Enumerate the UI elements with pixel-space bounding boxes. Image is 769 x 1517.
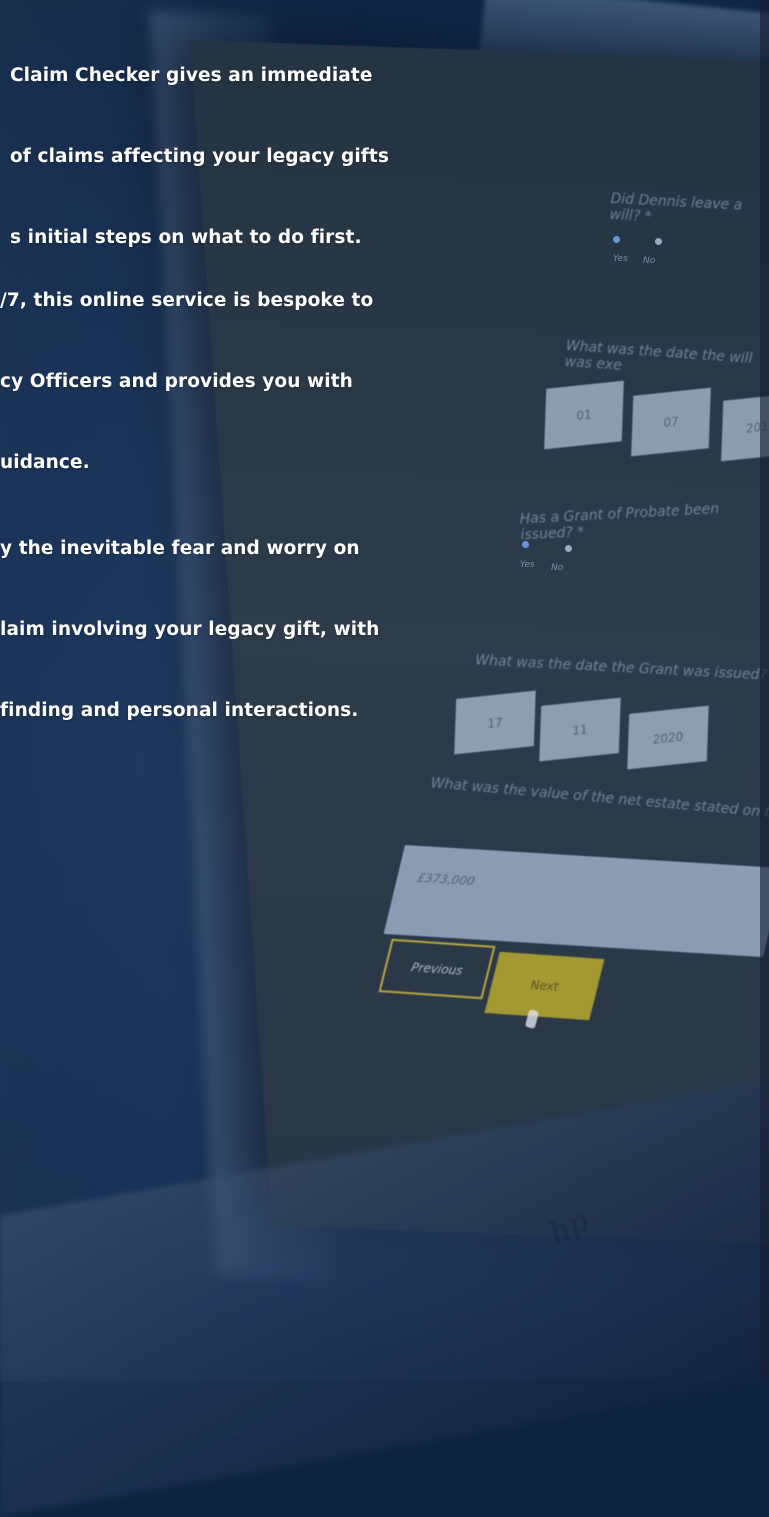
radio-label-no-probate: No (551, 563, 564, 573)
radio-label-yes: Yes (613, 254, 628, 264)
reassurance-paragraph: y the inevitable fear and worry on laim … (0, 481, 379, 751)
intro-line-2: of claims affecting your legacy gifts (10, 146, 389, 167)
grant-date-day[interactable]: 17 (454, 690, 536, 755)
right-edge (760, 0, 769, 1381)
radio-yes-will[interactable] (613, 236, 620, 243)
reassurance-line-3: finding and personal interactions. (0, 700, 359, 721)
will-date-month[interactable]: 07 (631, 387, 711, 457)
service-line-3: uidance. (0, 452, 90, 473)
next-button[interactable]: Next (484, 951, 605, 1021)
service-line-1: /7, this online service is bespoke to (0, 290, 374, 311)
radio-yes-probate[interactable] (522, 541, 529, 548)
radio-label-no: No (643, 256, 656, 266)
reassurance-line-1: y the inevitable fear and worry on (0, 538, 360, 559)
radio-no-will[interactable] (655, 238, 662, 245)
service-line-2: cy Officers and provides you with (0, 371, 353, 392)
will-date-day[interactable]: 01 (544, 380, 624, 450)
previous-button[interactable]: Previous (378, 938, 496, 1000)
reassurance-line-2: laim involving your legacy gift, with (0, 619, 380, 640)
radio-no-probate[interactable] (565, 545, 572, 552)
service-paragraph: /7, this online service is bespoke to cy… (0, 233, 373, 503)
grant-date-month[interactable]: 11 (539, 697, 621, 762)
intro-line-1: Claim Checker gives an immediate (10, 65, 373, 86)
grant-date-year[interactable]: 2020 (627, 705, 709, 770)
radio-label-yes-probate: Yes (520, 560, 535, 570)
